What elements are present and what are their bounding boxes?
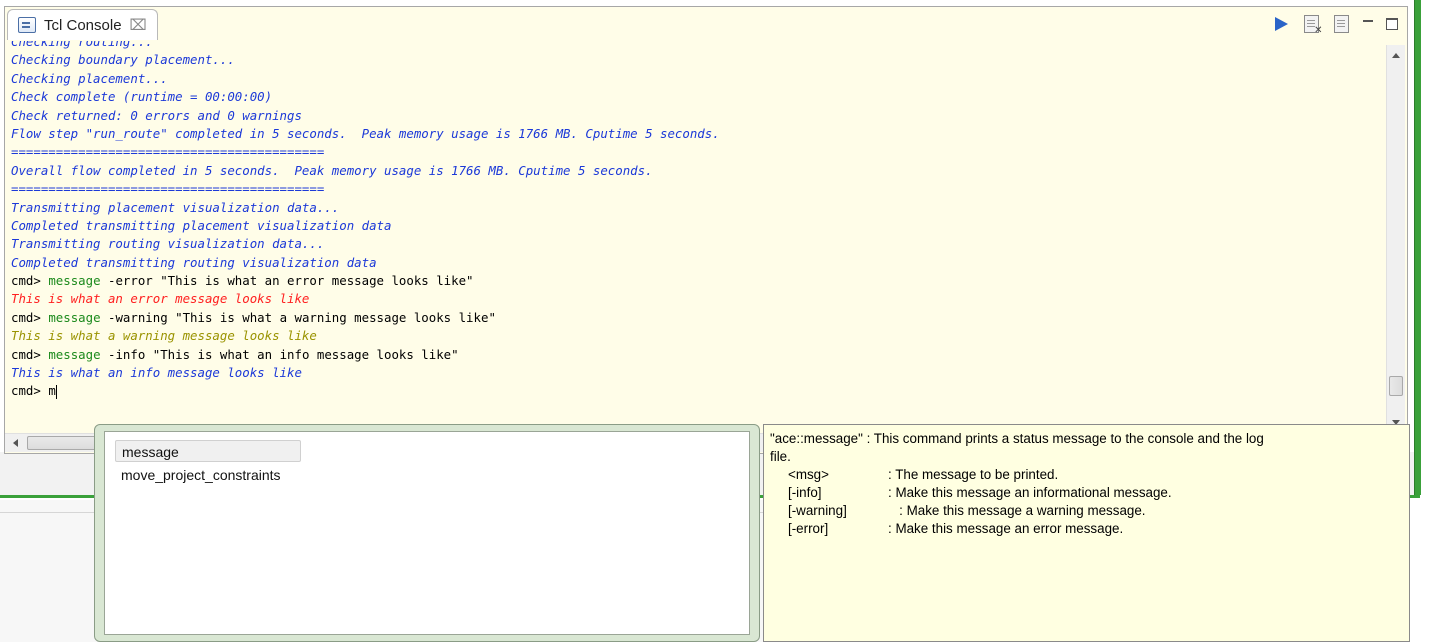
doc-arg-name: [-warning] <box>788 503 847 518</box>
console-info-line: This is what an info message looks like <box>11 365 302 381</box>
console-output-line: Completed transmitting routing visualiza… <box>11 254 377 270</box>
command-prompt: cmd> <box>11 383 49 399</box>
scroll-left-arrow-icon[interactable] <box>13 439 18 447</box>
vertical-scrollbar[interactable] <box>1386 45 1405 433</box>
command-prompt: cmd> <box>11 273 49 289</box>
doc-heading: "ace::message" : This command prints a s… <box>770 431 1264 446</box>
doc-arg-desc: : Make this message a warning message. <box>888 503 1146 518</box>
completion-popup: message move_project_constraints <box>94 424 760 642</box>
console-output[interactable]: Checking routing... Checking boundary pla… <box>11 41 1381 437</box>
doc-arg-row: [-warning] : Make this message a warning… <box>770 502 1403 520</box>
right-panel-border <box>1414 0 1421 495</box>
text-caret <box>55 384 57 399</box>
doc-arg-row: [-error] : Make this message an error me… <box>770 520 1403 538</box>
console-output-line: Checking boundary placement... <box>11 52 235 68</box>
completion-item-message[interactable]: message <box>115 440 301 462</box>
console-command-line: cmd> message -info "This is what an info… <box>11 346 1381 364</box>
doc-arg-desc: : Make this message an error message. <box>888 521 1124 536</box>
console-output-line: Transmitting routing visualization data.… <box>11 236 325 252</box>
document-icon[interactable] <box>1331 14 1351 34</box>
command-keyword: message <box>48 346 101 362</box>
console-output-line: Overall flow completed in 5 seconds. Pea… <box>11 162 653 178</box>
tab-label: Tcl Console <box>44 16 122 34</box>
scroll-up-arrow-icon[interactable] <box>1392 53 1400 58</box>
command-prompt: cmd> <box>11 346 49 362</box>
console-output-line: Check returned: 0 errors and 0 warnings <box>11 107 302 123</box>
console-err-line: This is what an error message looks like <box>11 291 310 307</box>
console-output-line: Flow step "run_route" completed in 5 sec… <box>11 125 720 141</box>
console-command-line: cmd> message -error "This is what an err… <box>11 272 1381 290</box>
vertical-scroll-thumb[interactable] <box>1389 376 1403 396</box>
console-output-line: Checking routing... <box>11 41 153 49</box>
minimize-icon[interactable] <box>1361 17 1375 31</box>
tcl-console-view: Tcl Console ⌧ ✕ Checking routing... Check… <box>4 6 1408 454</box>
console-output-line: Check complete (runtime = 00:00:00) <box>11 89 273 105</box>
console-output-line: ========================================… <box>11 144 325 160</box>
run-icon[interactable] <box>1271 14 1291 34</box>
doc-arg-row: <msg> : The message to be printed. <box>770 466 1403 484</box>
doc-arg-name: [-error] <box>788 521 829 536</box>
completion-item-move-project-constraints[interactable]: move_project_constraints <box>115 464 287 486</box>
doc-heading-continued: file. <box>770 449 791 464</box>
maximize-icon[interactable] <box>1385 17 1399 31</box>
command-arguments: -warning "This is what a warning message… <box>100 309 496 325</box>
console-icon <box>18 17 36 33</box>
tab-tcl-console[interactable]: Tcl Console ⌧ <box>7 9 158 40</box>
view-tab-bar: Tcl Console ⌧ ✕ <box>5 7 1407 45</box>
console-output-line: Completed transmitting placement visuali… <box>11 217 392 233</box>
command-keyword: message <box>48 273 101 289</box>
command-keyword: message <box>48 309 101 325</box>
view-toolbar: ✕ <box>1271 11 1399 37</box>
completion-list[interactable]: message move_project_constraints <box>104 431 750 635</box>
console-output-line: Checking placement... <box>11 70 168 86</box>
command-arguments: -error "This is what an error message lo… <box>100 273 474 289</box>
command-arguments: -info "This is what an info message look… <box>100 346 459 362</box>
clear-console-icon[interactable]: ✕ <box>1301 14 1323 36</box>
console-input-line[interactable]: cmd> m <box>11 382 1381 400</box>
console-command-line: cmd> message -warning "This is what a wa… <box>11 309 1381 327</box>
doc-arg-row: [-info] : Make this message an informati… <box>770 484 1403 502</box>
console-output-line: Transmitting placement visualization dat… <box>11 199 340 215</box>
doc-arg-name: <msg> <box>788 467 829 482</box>
doc-arg-name: [-info] <box>788 485 822 500</box>
command-prompt: cmd> <box>11 309 49 325</box>
console-output-line: ========================================… <box>11 181 325 197</box>
console-input[interactable]: m <box>48 383 55 398</box>
doc-arg-desc: : The message to be printed. <box>888 467 1059 482</box>
doc-arg-desc: : Make this message an informational mes… <box>888 485 1172 500</box>
console-warn-line: This is what a warning message looks lik… <box>11 328 317 344</box>
close-icon[interactable]: ⌧ <box>130 16 147 34</box>
documentation-tooltip: "ace::message" : This command prints a s… <box>763 424 1410 642</box>
